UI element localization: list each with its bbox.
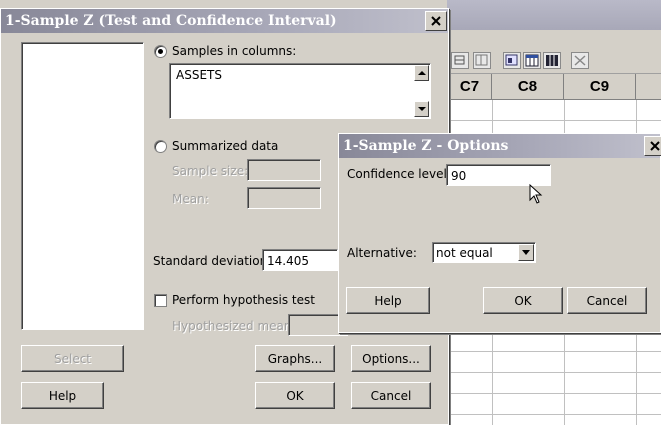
background-titlebar	[447, 0, 661, 30]
options-button[interactable]: Options...	[351, 345, 431, 372]
column-header-c8[interactable]: C8	[492, 74, 564, 100]
summarized-data-radio[interactable]	[154, 140, 167, 153]
mean-field[interactable]	[247, 187, 321, 209]
toolbar-icon-3[interactable]	[503, 52, 521, 69]
std-dev-value: 14.405	[267, 254, 309, 268]
toolbar-icon-2[interactable]	[473, 52, 491, 69]
options-close-button[interactable]	[644, 136, 661, 156]
column-header-c7[interactable]: C7	[448, 74, 492, 100]
grid-row-line	[448, 372, 661, 373]
alternative-value: not equal	[436, 246, 493, 260]
samples-in-columns-radio[interactable]	[154, 45, 167, 58]
column-header-partial[interactable]	[636, 74, 661, 100]
dropdown-arrow-button[interactable]	[518, 244, 534, 261]
options-titlebar[interactable]: 1-Sample Z - Options	[339, 134, 660, 158]
scroll-up-button[interactable]	[414, 65, 429, 81]
std-dev-label: Standard deviation:	[153, 254, 272, 268]
cancel-button[interactable]: Cancel	[351, 382, 431, 409]
options-title: 1-Sample Z - Options	[343, 138, 509, 154]
samples-in-columns-label: Samples in columns:	[172, 44, 297, 58]
graphs-button[interactable]: Graphs...	[255, 345, 335, 372]
confidence-level-value: 90	[451, 169, 467, 183]
options-dialog: 1-Sample Z - Options Confidence level: 9…	[338, 133, 661, 333]
perform-test-label: Perform hypothesis test	[172, 293, 315, 307]
options-help-button[interactable]: Help	[346, 287, 430, 314]
sample-size-label: Sample size:	[172, 164, 249, 178]
close-button[interactable]	[425, 11, 447, 31]
close-icon	[431, 16, 441, 26]
std-dev-field[interactable]: 14.405	[262, 249, 338, 271]
ok-button[interactable]: OK	[255, 382, 335, 409]
hypothesized-mean-label: Hypothesized mean:	[172, 319, 296, 333]
dialog-title: 1-Sample Z (Test and Confidence Interval…	[5, 13, 337, 29]
variables-list[interactable]	[21, 42, 144, 330]
sample-size-field[interactable]	[247, 159, 321, 181]
dialog-titlebar[interactable]: 1-Sample Z (Test and Confidence Interval…	[1, 9, 448, 33]
scroll-up-icon	[417, 71, 426, 75]
alternative-label: Alternative:	[347, 246, 417, 260]
samples-columns-textbox[interactable]: ASSETS	[169, 63, 431, 119]
samples-columns-value: ASSETS	[176, 68, 222, 82]
close-icon	[650, 141, 660, 151]
scroll-down-button[interactable]	[414, 101, 429, 117]
grid-row-line	[448, 351, 661, 352]
summarized-data-label: Summarized data	[172, 139, 279, 153]
options-cancel-button[interactable]: Cancel	[567, 287, 647, 314]
grid-row-line	[448, 393, 661, 394]
column-header-c9[interactable]: C9	[564, 74, 636, 100]
toolbar-icon-1[interactable]	[451, 52, 469, 69]
background-toolbar	[447, 48, 661, 74]
mouse-cursor-icon	[529, 184, 543, 204]
confidence-level-label: Confidence level:	[347, 167, 451, 181]
scroll-down-icon	[417, 107, 426, 111]
toolbar-icon-5[interactable]	[543, 52, 561, 69]
options-ok-button[interactable]: OK	[483, 287, 563, 314]
confidence-level-field[interactable]: 90	[446, 164, 551, 186]
alternative-dropdown[interactable]: not equal	[432, 242, 536, 263]
mean-label: Mean:	[172, 192, 209, 206]
help-button[interactable]: Help	[21, 382, 104, 409]
toolbar-icon-4[interactable]	[523, 52, 541, 69]
select-button[interactable]: Select	[21, 345, 124, 372]
grid-row-line	[448, 414, 661, 415]
toolbar-icon-6[interactable]	[571, 52, 589, 69]
perform-test-checkbox[interactable]	[154, 294, 167, 307]
dropdown-arrow-icon	[522, 250, 530, 255]
grid-row-line	[448, 120, 661, 121]
